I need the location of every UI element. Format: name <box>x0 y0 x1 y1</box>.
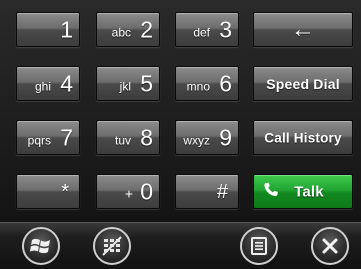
key-6[interactable]: mno 6 <box>175 66 239 101</box>
backspace-arrow-icon: ← <box>290 15 316 43</box>
key-digit: * <box>61 180 69 203</box>
key-star[interactable]: * <box>16 174 80 209</box>
key-letters: mno <box>186 79 210 94</box>
key-digit: # <box>216 180 228 203</box>
dialer-keypad: 1 abc 2 def 3 ← ghi 4 jkl 5 mno 6 Speed … <box>0 0 361 222</box>
key-3[interactable]: def 3 <box>175 12 239 47</box>
call-history-button[interactable]: Call History <box>253 120 353 155</box>
key-1[interactable]: 1 <box>16 12 80 47</box>
close-button[interactable] <box>311 227 349 265</box>
key-letters: abc <box>111 25 131 40</box>
backspace-button[interactable]: ← <box>253 12 353 47</box>
start-button[interactable] <box>22 227 60 265</box>
key-digit: 7 <box>60 124 73 150</box>
key-digit: 4 <box>60 70 73 96</box>
menu-button[interactable] <box>240 227 278 265</box>
speed-dial-button[interactable]: Speed Dial <box>253 66 353 101</box>
key-letters: wxyz <box>183 133 210 148</box>
key-digit: 5 <box>140 70 153 96</box>
key-hash[interactable]: # <box>175 174 239 209</box>
key-digit: 0 <box>140 178 153 204</box>
key-digit: 6 <box>219 70 232 96</box>
key-digit: 2 <box>140 16 153 42</box>
key-digit: 9 <box>219 124 232 150</box>
call-history-label: Call History <box>264 130 342 145</box>
key-letters: tuv <box>114 133 131 148</box>
key-0[interactable]: + 0 <box>96 174 160 209</box>
bottom-toolbar <box>0 222 361 269</box>
key-digit: 1 <box>60 16 73 42</box>
key-letters: + <box>124 185 133 202</box>
key-4[interactable]: ghi 4 <box>16 66 80 101</box>
key-letters: pqrs <box>27 133 51 148</box>
key-8[interactable]: tuv 8 <box>96 120 160 155</box>
talk-label: Talk <box>294 183 324 200</box>
key-digit: 3 <box>219 16 232 42</box>
speed-dial-label: Speed Dial <box>266 75 340 92</box>
key-letters: def <box>193 25 210 40</box>
talk-button[interactable]: Talk <box>253 174 353 209</box>
key-5[interactable]: jkl 5 <box>96 66 160 101</box>
key-letters: ghi <box>34 79 51 94</box>
key-2[interactable]: abc 2 <box>96 12 160 47</box>
key-9[interactable]: wxyz 9 <box>175 120 239 155</box>
key-digit: 8 <box>140 124 153 150</box>
key-7[interactable]: pqrs 7 <box>16 120 80 155</box>
hide-keypad-button[interactable] <box>93 227 131 265</box>
key-letters: jkl <box>119 79 131 94</box>
